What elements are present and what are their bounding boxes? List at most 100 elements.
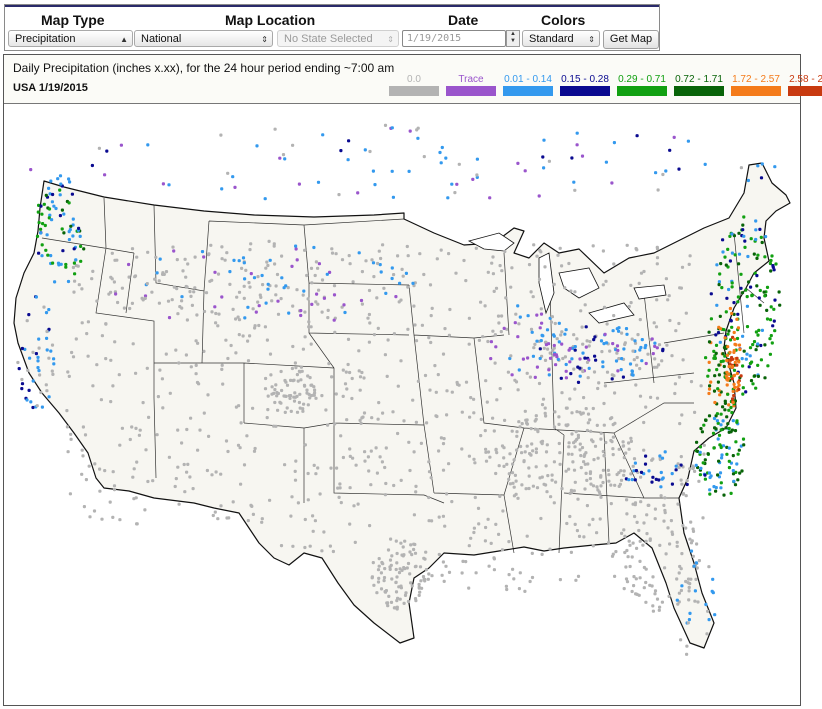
station-dot	[104, 357, 108, 361]
station-dot	[379, 587, 384, 591]
station-dot	[537, 194, 541, 198]
station-dot	[348, 370, 352, 375]
station-dot	[51, 261, 55, 265]
station-dot	[260, 520, 264, 524]
precipitation-map[interactable]	[4, 103, 800, 705]
station-dot	[721, 419, 725, 423]
station-dot	[596, 456, 600, 460]
stepper-up-icon[interactable]: ▲	[507, 31, 519, 38]
map-location-select[interactable]: National ⇕	[134, 30, 273, 47]
station-dot	[639, 500, 643, 504]
station-dot	[730, 285, 734, 289]
station-dot	[539, 312, 544, 316]
station-dot	[274, 383, 278, 387]
station-dot	[676, 602, 680, 606]
station-dot	[189, 294, 193, 298]
station-dot	[731, 454, 735, 458]
station-dot	[580, 325, 584, 329]
station-dot	[275, 394, 279, 398]
get-map-button[interactable]: Get Map	[603, 30, 659, 49]
legend-item-label: 2.58 - 2.86	[789, 74, 822, 85]
station-dot	[523, 589, 527, 593]
station-dot	[516, 335, 520, 339]
map-type-select-value: Precipitation	[15, 33, 76, 45]
station-dot	[66, 279, 71, 284]
station-dot	[231, 500, 235, 504]
station-dot	[569, 488, 573, 492]
station-dot	[284, 380, 288, 384]
station-dot	[672, 135, 676, 139]
station-dot	[611, 435, 615, 439]
station-dot	[652, 321, 656, 325]
station-dot	[727, 426, 731, 431]
station-dot	[704, 602, 708, 607]
station-dot	[595, 423, 599, 427]
station-dot	[585, 428, 589, 433]
station-dot	[183, 490, 187, 494]
stepper-down-icon[interactable]: ▼	[507, 38, 519, 45]
station-dot	[631, 373, 635, 377]
select-arrows-icon: ⇕	[588, 35, 595, 44]
date-stepper[interactable]: ▲ ▼	[506, 30, 520, 47]
station-dot	[520, 422, 524, 426]
map-location-select-value: National	[141, 33, 182, 45]
station-dot	[376, 568, 381, 572]
station-dot	[599, 339, 604, 343]
station-dot	[383, 353, 387, 357]
station-dot	[575, 437, 579, 442]
station-dot	[491, 329, 495, 333]
station-dot	[303, 517, 307, 522]
station-dot	[447, 462, 451, 466]
station-dot	[313, 273, 317, 278]
station-dot	[560, 264, 564, 268]
station-dot	[441, 442, 446, 446]
station-dot	[727, 459, 731, 463]
station-dot	[595, 531, 599, 535]
station-dot	[703, 473, 707, 477]
station-dot	[722, 364, 726, 369]
colors-select[interactable]: Standard ⇕	[522, 30, 600, 47]
station-dot	[759, 358, 763, 362]
date-input[interactable]: 1/19/2015	[402, 30, 506, 47]
station-dot	[504, 584, 508, 588]
station-dot	[689, 520, 693, 524]
station-dot	[530, 551, 534, 555]
station-dot	[621, 444, 626, 448]
station-dot	[66, 450, 70, 454]
station-dot	[616, 369, 620, 373]
station-dot	[759, 343, 763, 348]
station-dot	[548, 547, 552, 551]
station-dot	[424, 568, 428, 572]
state-select[interactable]: No State Selected ⇕	[277, 30, 399, 47]
station-dot	[379, 270, 383, 274]
station-dot	[681, 492, 685, 496]
station-dot	[731, 400, 735, 405]
station-dot	[219, 504, 223, 508]
station-dot	[759, 235, 763, 239]
station-dot	[684, 526, 688, 530]
station-dot	[468, 415, 472, 419]
station-dot	[717, 363, 721, 367]
station-dot	[680, 482, 684, 486]
station-dot	[141, 401, 145, 405]
station-dot	[540, 475, 544, 479]
station-dot	[174, 477, 178, 481]
station-dot	[128, 437, 132, 442]
station-dot	[538, 356, 542, 361]
station-dot	[498, 494, 502, 498]
station-dot	[29, 168, 33, 172]
station-dot	[390, 276, 394, 281]
station-dot	[138, 428, 142, 432]
station-dot	[688, 582, 692, 586]
station-dot	[210, 473, 214, 477]
station-dot	[511, 567, 515, 571]
station-dot	[161, 182, 165, 186]
station-dot	[777, 290, 781, 294]
map-type-select[interactable]: Precipitation ▲	[8, 30, 133, 47]
station-dot	[634, 469, 638, 473]
station-dot	[302, 289, 306, 293]
station-dot	[145, 282, 149, 286]
station-dot	[770, 341, 774, 345]
station-dot	[760, 240, 764, 245]
station-dot	[604, 279, 608, 283]
